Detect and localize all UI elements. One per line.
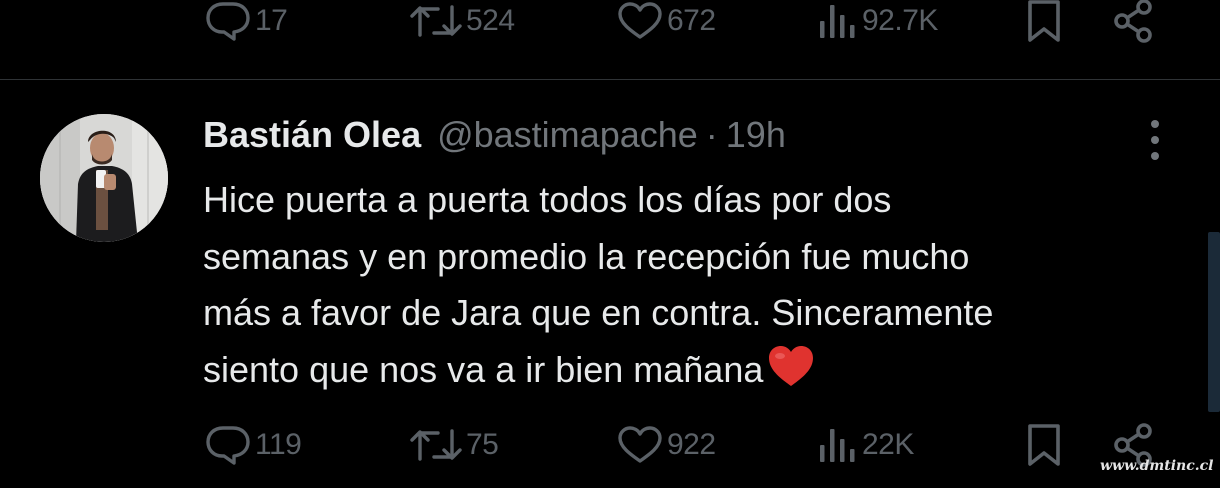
- repost-count: 524: [466, 4, 515, 37]
- tweet-header: Bastián Olea @bastimapache · 19h: [203, 112, 786, 158]
- share-button[interactable]: [1112, 0, 1156, 46]
- views-count: 92.7K: [862, 4, 938, 37]
- repost-icon: [410, 429, 462, 461]
- reply-button[interactable]: 119: [205, 420, 302, 470]
- reply-button[interactable]: 17: [205, 0, 288, 46]
- reply-icon: [206, 426, 250, 465]
- bookmark-button[interactable]: [1024, 420, 1064, 470]
- scrollbar-thumb[interactable]: [1208, 232, 1220, 412]
- avatar[interactable]: [40, 114, 168, 242]
- tweet-action-bar: 119 75 922 22K: [0, 420, 1220, 470]
- tweet-text-line: siento que nos va a ir bien mañana: [203, 348, 764, 390]
- bookmark-icon: [1028, 424, 1060, 466]
- avatar-photo: [40, 114, 168, 242]
- tweet-text: Hice puerta a puerta todos los días por …: [203, 172, 1163, 404]
- tweet-timestamp[interactable]: 19h: [726, 114, 786, 156]
- repost-count: 75: [466, 428, 499, 461]
- bookmark-button[interactable]: [1024, 0, 1064, 46]
- header-separator: ·: [705, 114, 718, 155]
- tweet-text-line: Hice puerta a puerta todos los días por …: [203, 179, 892, 220]
- like-icon: [618, 426, 662, 463]
- views-button[interactable]: 22K: [818, 420, 914, 470]
- reply-count: 119: [255, 428, 302, 461]
- author-handle[interactable]: @bastimapache: [437, 114, 698, 156]
- like-button[interactable]: 922: [617, 420, 716, 470]
- repost-button[interactable]: 524: [410, 0, 515, 46]
- bookmark-icon: [1028, 0, 1060, 42]
- tweet-divider: [0, 79, 1220, 80]
- views-count: 22K: [862, 428, 914, 461]
- repost-button[interactable]: 75: [410, 420, 499, 470]
- more-vertical-icon: [1151, 120, 1159, 160]
- like-button[interactable]: 672: [617, 0, 716, 46]
- views-icon: [820, 5, 855, 38]
- views-icon: [820, 429, 855, 462]
- repost-icon: [410, 5, 462, 37]
- watermark: www.dmtinc.cl: [1100, 458, 1214, 474]
- tweet-text-line: semanas y en promedio la recepción fue m…: [203, 235, 970, 277]
- like-count: 672: [667, 4, 716, 37]
- red-heart-emoji-icon: [767, 344, 815, 405]
- tweet-text-line-last: siento que nos va a ir bien mañana: [203, 342, 1163, 405]
- like-count: 922: [667, 428, 716, 461]
- reply-count: 17: [255, 4, 288, 37]
- author-name[interactable]: Bastián Olea: [203, 114, 421, 156]
- reply-icon: [206, 2, 250, 41]
- share-icon: [1114, 0, 1152, 43]
- previous-tweet-action-bar: 17 524 672 92.7K: [0, 0, 1220, 46]
- views-button[interactable]: 92.7K: [818, 0, 938, 46]
- tweet-text-line: más a favor de Jara que en contra. Since…: [203, 292, 994, 333]
- like-icon: [618, 2, 662, 39]
- more-options-button[interactable]: [1140, 118, 1170, 162]
